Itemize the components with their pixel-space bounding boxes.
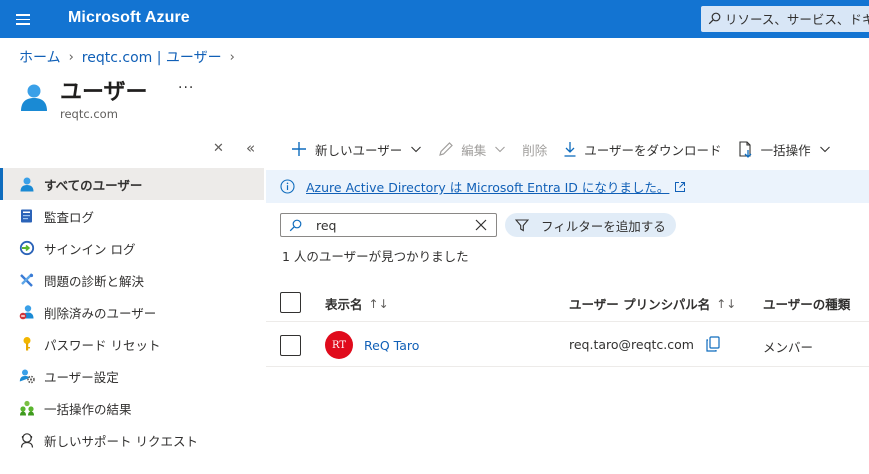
page-subtitle: reqtc.com	[60, 107, 118, 121]
chevron-right-icon: ›	[229, 49, 235, 65]
users-page-icon	[21, 84, 47, 111]
breadcrumb-home[interactable]: ホーム	[19, 47, 61, 67]
entra-id-link[interactable]: Azure Active Directory は Microsoft Entra…	[306, 177, 669, 196]
sidebar-item-label: パスワード リセット	[44, 337, 161, 353]
close-icon[interactable]: ✕	[213, 141, 224, 156]
download-icon	[564, 142, 576, 157]
result-count: 1 人のユーザーが見つかりました	[282, 249, 469, 264]
bulk-operations-icon	[739, 140, 752, 158]
delete-label: 削除	[522, 142, 548, 158]
column-header-upn[interactable]: ユーザー プリンシパル名 ↑↓	[569, 294, 736, 313]
column-header-user-type[interactable]: ユーザーの種類	[763, 294, 850, 313]
sign-in-log-icon	[19, 240, 35, 256]
sidebar-item-label: 一括操作の結果	[44, 401, 132, 417]
edit-label: 編集	[461, 142, 487, 158]
global-search-input[interactable]	[725, 9, 869, 29]
new-user-button[interactable]: 新しいユーザー	[290, 140, 422, 159]
filter-icon	[515, 219, 529, 232]
plus-icon	[292, 142, 306, 156]
user-settings-icon	[19, 368, 35, 384]
avatar: RT	[325, 331, 353, 359]
collapse-sidebar-icon[interactable]: «	[246, 139, 255, 157]
sidebar-item-diagnose[interactable]: 問題の診断と解決	[0, 264, 264, 296]
search-icon	[708, 12, 721, 25]
sidebar-item-new-support-request[interactable]: 新しいサポート リクエスト	[0, 424, 264, 456]
sidebar-item-all-users[interactable]: すべてのユーザー	[0, 168, 264, 200]
sidebar-item-deleted-users[interactable]: 削除済みのユーザー	[0, 296, 264, 328]
audit-log-icon	[19, 208, 35, 224]
brand-title[interactable]: Microsoft Azure	[68, 9, 190, 27]
user-search-box[interactable]	[280, 213, 497, 237]
page-title: ユーザー	[60, 80, 148, 105]
external-link-icon[interactable]	[674, 181, 686, 193]
add-filter-button[interactable]: フィルターを追加する	[505, 213, 676, 237]
command-bar: 新しいユーザー 編集 削除 ユーザーをダウンロード 一括操作	[290, 137, 847, 161]
bulk-operations-button[interactable]: 一括操作	[738, 140, 831, 159]
table-header: 表示名 ↑↓ ユーザー プリンシパル名 ↑↓ ユーザーの種類	[266, 284, 869, 322]
edit-button[interactable]: 編集	[438, 140, 506, 159]
support-request-icon	[19, 432, 35, 448]
sidebar-item-user-settings[interactable]: ユーザー設定	[0, 360, 264, 392]
menu-icon[interactable]	[14, 11, 32, 27]
clear-search-icon[interactable]	[474, 218, 488, 232]
select-all-checkbox[interactable]	[280, 292, 301, 313]
sidebar-item-bulk-results[interactable]: 一括操作の結果	[0, 392, 264, 424]
download-users-label: ユーザーをダウンロード	[584, 142, 722, 158]
table-row: RT ReQ Taro req.taro@reqtc.com メンバー	[266, 323, 869, 367]
wrench-icon	[19, 272, 35, 288]
column-header-display-name[interactable]: 表示名 ↑↓	[325, 294, 389, 313]
search-icon	[289, 219, 302, 232]
delete-button[interactable]: 削除	[522, 140, 547, 159]
chevron-down-icon	[411, 146, 422, 153]
user-link[interactable]: ReQ Taro	[364, 338, 419, 353]
info-banner: Azure Active Directory は Microsoft Entra…	[266, 170, 869, 203]
user-icon	[19, 176, 35, 192]
new-user-label: 新しいユーザー	[315, 142, 403, 158]
sidebar-item-audit-logs[interactable]: 監査ログ	[0, 200, 264, 232]
sidebar-item-label: サインイン ログ	[44, 241, 136, 257]
global-search[interactable]	[701, 6, 869, 32]
user-type-cell: メンバー	[763, 340, 814, 355]
sidebar-item-label: 新しいサポート リクエスト	[44, 433, 198, 449]
pencil-icon	[439, 142, 454, 156]
sort-icon: ↑↓	[716, 296, 737, 311]
bulk-operations-label: 一括操作	[760, 142, 811, 158]
chevron-down-icon	[819, 146, 830, 153]
sidebar-item-label: すべてのユーザー	[44, 177, 143, 193]
sidebar-item-label: 削除済みのユーザー	[44, 305, 157, 321]
sidebar-item-password-reset[interactable]: パスワード リセット	[0, 328, 264, 360]
breadcrumb: ホーム › reqtc.com | ユーザー ›	[19, 47, 243, 67]
sidebar: すべてのユーザー 監査ログ サインイン ログ 問題の診断と解決 削除済みのユーザ…	[0, 168, 264, 456]
add-filter-label: フィルターを追加する	[541, 218, 666, 234]
bulk-results-icon	[19, 400, 35, 416]
key-icon	[19, 336, 35, 352]
chevron-down-icon	[495, 146, 506, 153]
row-checkbox[interactable]	[280, 335, 301, 356]
copy-icon[interactable]	[706, 336, 720, 352]
user-search-input[interactable]	[316, 216, 466, 234]
sidebar-item-label: ユーザー設定	[44, 369, 119, 385]
more-options-icon[interactable]: ···	[178, 80, 194, 96]
top-bar: Microsoft Azure	[0, 0, 869, 38]
deleted-user-icon	[19, 304, 35, 320]
download-users-button[interactable]: ユーザーをダウンロード	[563, 140, 722, 159]
sort-icon: ↑↓	[368, 296, 389, 311]
sidebar-item-label: 監査ログ	[44, 209, 95, 225]
info-icon	[280, 179, 295, 194]
chevron-right-icon: ›	[68, 49, 74, 65]
upn-cell: req.taro@reqtc.com	[569, 336, 720, 352]
breadcrumb-users[interactable]: reqtc.com | ユーザー	[82, 47, 222, 67]
sidebar-item-label: 問題の診断と解決	[44, 273, 145, 289]
display-name-cell: RT ReQ Taro	[325, 331, 419, 359]
sidebar-item-sign-in-logs[interactable]: サインイン ログ	[0, 232, 264, 264]
